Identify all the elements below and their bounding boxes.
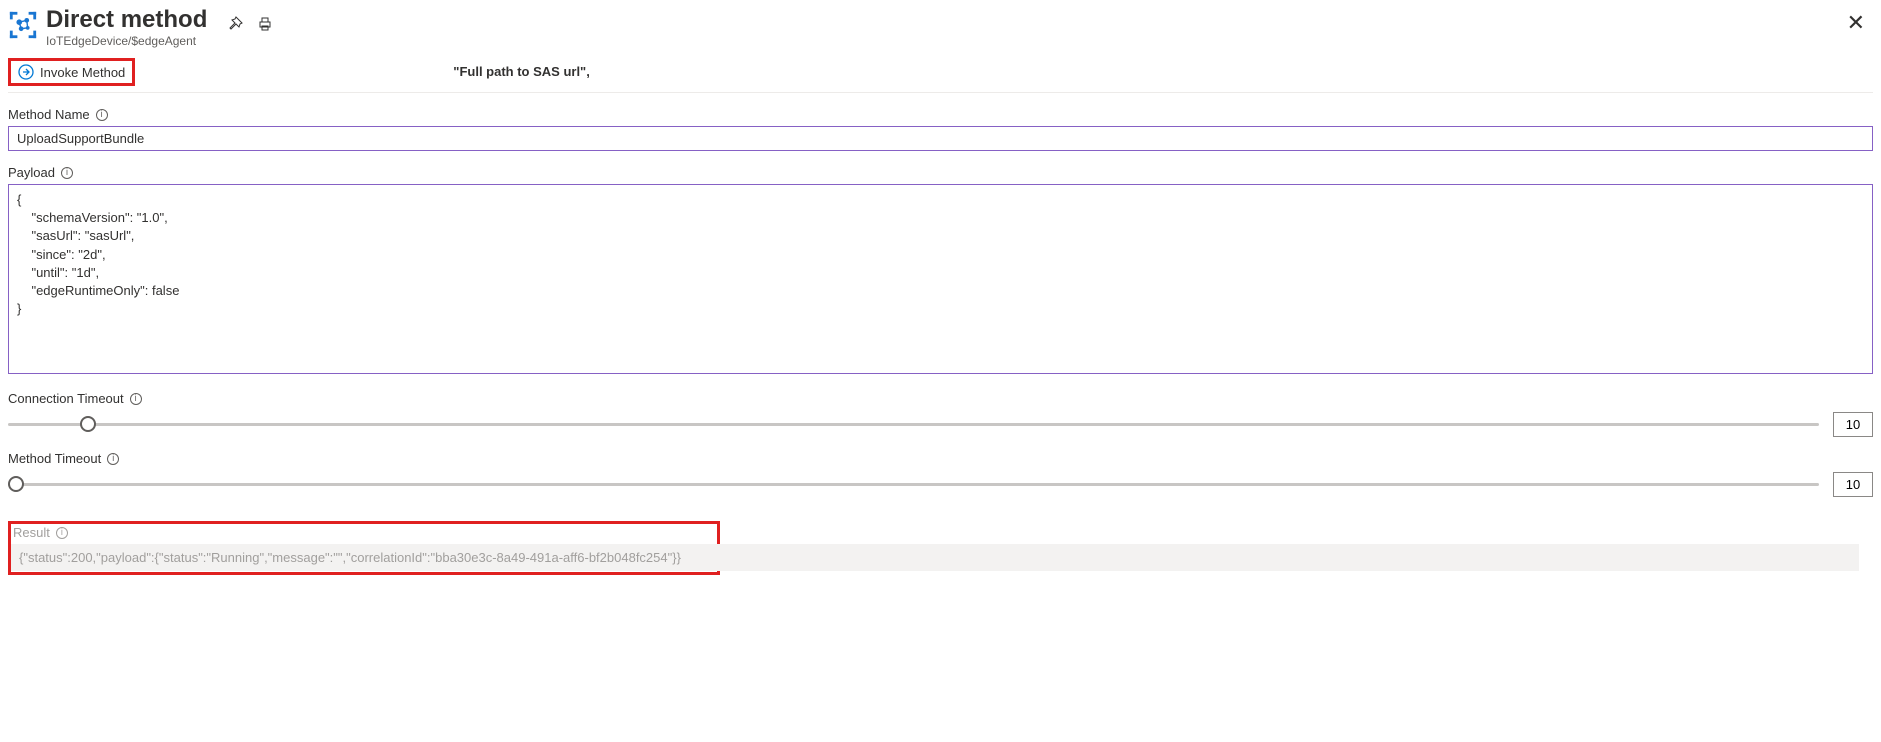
- connection-timeout-value[interactable]: [1833, 412, 1873, 437]
- method-name-field: Method Name i: [8, 107, 1873, 151]
- toolbar: Invoke Method "Full path to SAS url",: [8, 58, 1873, 93]
- payload-label: Payload: [8, 165, 55, 180]
- result-highlight: Result i {"status":200,"payload":{"statu…: [8, 521, 720, 575]
- page-title: Direct method: [46, 6, 207, 34]
- direct-method-icon: [8, 10, 38, 40]
- method-timeout-field: Method Timeout i: [8, 451, 1873, 497]
- print-icon[interactable]: [257, 16, 273, 32]
- method-name-input[interactable]: [8, 126, 1873, 151]
- close-icon[interactable]: ✕: [1839, 6, 1873, 40]
- connection-timeout-field: Connection Timeout i: [8, 391, 1873, 437]
- method-timeout-slider[interactable]: [8, 483, 1819, 486]
- info-icon[interactable]: i: [107, 453, 119, 465]
- stray-annotation-text: "Full path to SAS url",: [453, 64, 590, 79]
- invoke-method-label: Invoke Method: [40, 65, 125, 80]
- arrow-right-circle-icon: [18, 64, 34, 80]
- method-name-label: Method Name: [8, 107, 90, 122]
- invoke-highlight: Invoke Method: [8, 58, 135, 86]
- method-timeout-value[interactable]: [1833, 472, 1873, 497]
- info-icon[interactable]: i: [130, 393, 142, 405]
- info-icon[interactable]: i: [56, 527, 68, 539]
- connection-timeout-slider[interactable]: [8, 423, 1819, 426]
- info-icon[interactable]: i: [96, 109, 108, 121]
- result-output: {"status":200,"payload":{"status":"Runni…: [11, 544, 1859, 571]
- info-icon[interactable]: i: [61, 167, 73, 179]
- pin-icon[interactable]: [227, 16, 243, 32]
- method-timeout-label: Method Timeout: [8, 451, 101, 466]
- blade-header: Direct method IoTEdgeDevice/$edgeAgent ✕: [8, 6, 1873, 48]
- breadcrumb: IoTEdgeDevice/$edgeAgent: [46, 34, 1831, 48]
- invoke-method-button[interactable]: Invoke Method: [14, 62, 129, 82]
- payload-field: Payload i: [8, 165, 1873, 377]
- result-label: Result: [13, 525, 50, 540]
- connection-timeout-label: Connection Timeout: [8, 391, 124, 406]
- payload-input[interactable]: [8, 184, 1873, 374]
